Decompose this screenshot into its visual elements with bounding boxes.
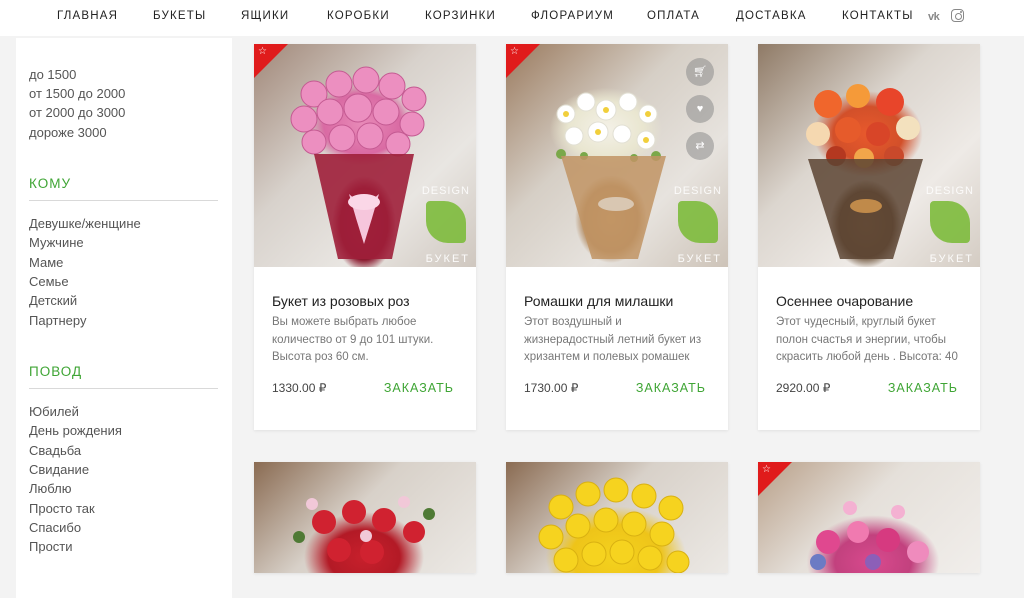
product-image-autumn[interactable]: DESIGN БУКЕТ [758,44,980,267]
price-filter-over-3000[interactable]: дороже 3000 [29,125,107,140]
leaf-logo-icon [426,201,466,243]
heart-icon[interactable]: ♥ [686,95,714,123]
product-card[interactable]: ☆ DESIGN БУКЕТ Букет из розовых роз Вы м… [254,44,476,430]
star-icon: ☆ [762,464,771,475]
product-description: Этот чудесный, круглый букет полон счаст… [776,316,958,363]
leaf-logo-icon [678,201,718,243]
occasion-filter-sorry[interactable]: Прости [29,539,73,554]
whom-filter-partner[interactable]: Партнеру [29,313,86,328]
product-card[interactable]: ☆ 🛒︎ ♥ ⇄ DESIGN БУКЕТ Ромашки для милашк… [506,44,728,430]
product-card[interactable]: DESIGN БУКЕТ Осеннее очарование Этот чуд… [758,44,980,430]
nav-home[interactable]: ГЛАВНАЯ [57,10,118,22]
nav-boxes[interactable]: КОРОБКИ [327,10,390,22]
occasion-filter-love[interactable]: Люблю [29,481,71,496]
product-description: Этот воздушный и жизнерадостный летний б… [524,316,702,363]
whom-filter-family[interactable]: Семье [29,274,69,289]
occasion-filter-birthday[interactable]: День рождения [29,423,122,438]
nav-baskets[interactable]: КОРЗИНКИ [425,10,496,22]
whom-filter-mother[interactable]: Маме [29,255,63,270]
product-image-pink-roses[interactable]: ☆ DESIGN БУКЕТ [254,44,476,267]
product-card[interactable] [254,462,476,573]
filter-sidebar: до 1500 от 1500 до 2000 от 2000 до 3000 … [16,38,232,598]
order-button[interactable]: ЗАКАЗАТЬ [636,381,706,395]
star-icon: ☆ [258,46,267,57]
nav-delivery[interactable]: ДОСТАВКА [736,10,807,22]
leaf-logo-icon [930,201,970,243]
nav-contacts[interactable]: КОНТАКТЫ [842,10,914,22]
product-card[interactable]: ☆ [758,462,980,573]
occasion-filter-date[interactable]: Свидание [29,462,89,477]
price-filter-under-1500[interactable]: до 1500 [29,67,76,82]
occasion-filter-thanks[interactable]: Спасибо [29,520,81,535]
cart-icon[interactable]: 🛒︎ [686,58,714,86]
design-buket-watermark: DESIGN БУКЕТ [421,185,470,265]
occasion-filter-just-because[interactable]: Просто так [29,501,95,516]
design-buket-watermark: DESIGN БУКЕТ [925,185,974,265]
divider [29,200,218,201]
nav-bouquets[interactable]: БУКЕТЫ [153,10,206,22]
product-price: 1330.00 ₽ [272,381,327,395]
red-bouquet-illustration [293,496,435,564]
nav-payment[interactable]: ОПЛАТА [647,10,700,22]
compare-icon[interactable]: ⇄ [686,132,714,160]
product-image-yellow-roses[interactable] [506,462,728,573]
whom-filter-woman[interactable]: Девушке/женщине [29,216,141,231]
product-description: Вы можете выбрать любое количество от 9 … [272,316,434,363]
product-image-pink-mix[interactable]: ☆ [758,462,980,573]
order-button[interactable]: ЗАКАЗАТЬ [888,381,958,395]
product-image-red-mix[interactable] [254,462,476,573]
nav-boxes-wood[interactable]: ЯЩИКИ [241,10,289,22]
product-price: 2920.00 ₽ [776,381,831,395]
order-button[interactable]: ЗАКАЗАТЬ [384,381,454,395]
product-image-chamomile[interactable]: ☆ 🛒︎ ♥ ⇄ DESIGN БУКЕТ [506,44,728,267]
product-title[interactable]: Букет из розовых роз [272,293,410,309]
top-navigation: ГЛАВНАЯ БУКЕТЫ ЯЩИКИ КОРОБКИ КОРЗИНКИ ФЛ… [0,0,1024,36]
divider [29,388,218,389]
whom-filter-children[interactable]: Детский [29,293,77,308]
nav-florarium[interactable]: ФЛОРАРИУМ [531,10,614,22]
occasion-filter-wedding[interactable]: Свадьба [29,443,81,458]
product-price: 1730.00 ₽ [524,381,579,395]
occasion-heading: ПОВОД [29,364,83,379]
occasion-filter-jubilee[interactable]: Юбилей [29,404,79,419]
instagram-icon[interactable] [951,9,964,22]
vk-icon[interactable]: vk [928,11,940,23]
design-buket-watermark: DESIGN БУКЕТ [673,185,722,265]
product-title[interactable]: Осеннее очарование [776,293,913,309]
product-title[interactable]: Ромашки для милашки [524,293,673,309]
whom-heading: КОМУ [29,176,72,191]
yellow-rose-bouquet-illustration [538,477,690,573]
price-filter-2000-3000[interactable]: от 2000 до 3000 [29,105,125,120]
product-card[interactable] [506,462,728,573]
whom-filter-man[interactable]: Мужчине [29,235,84,250]
price-filter-1500-2000[interactable]: от 1500 до 2000 [29,86,125,101]
star-icon: ☆ [510,46,519,57]
